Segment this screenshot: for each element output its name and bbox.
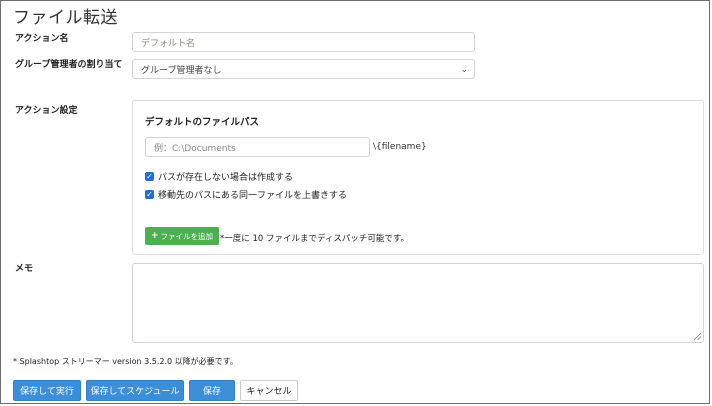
overwrite-checkbox[interactable]: ✓ xyxy=(145,190,154,199)
default-path-input[interactable]: 例：C:\Documents xyxy=(145,137,370,157)
action-name-placeholder: デフォルト名 xyxy=(141,38,196,49)
plus-icon: + xyxy=(151,231,159,241)
create-path-label: パスが存在しない場合は作成する xyxy=(158,173,294,183)
group-admin-label: グループ管理者の割り当て xyxy=(15,60,123,70)
chevron-down-icon: ⌄ xyxy=(460,65,468,75)
memo-label: メモ xyxy=(15,264,34,274)
resize-handle-icon[interactable] xyxy=(694,333,701,340)
create-path-checkbox[interactable]: ✓ xyxy=(145,172,154,181)
overwrite-label: 移動先のパスにある同一ファイルを上書きする xyxy=(158,191,348,201)
action-name-input[interactable]: デフォルト名 xyxy=(132,32,475,52)
add-file-label: ファイルを追加 xyxy=(160,231,214,241)
default-path-heading: デフォルトのファイルパス xyxy=(145,117,260,128)
save-and-schedule-button[interactable]: 保存してスケジュール xyxy=(86,380,184,401)
action-settings-panel: デフォルトのファイルパス 例：C:\Documents \{filename} … xyxy=(132,100,704,255)
default-path-placeholder: 例：C:\Documents xyxy=(154,143,236,154)
memo-textarea[interactable] xyxy=(132,263,704,343)
save-button[interactable]: 保存 xyxy=(189,380,235,401)
action-settings-label: アクション設定 xyxy=(15,106,78,116)
filename-suffix: \{filename} xyxy=(373,142,427,152)
add-file-button[interactable]: + ファイルを追加 xyxy=(145,227,220,245)
version-footnote: * Splashtop ストリーマー version 3.5.2.0 以降が必要… xyxy=(13,357,238,366)
create-path-checkbox-row[interactable]: ✓ パスが存在しない場合は作成する xyxy=(145,170,293,183)
save-and-run-button[interactable]: 保存して実行 xyxy=(13,380,81,401)
group-admin-selected: グループ管理者なし xyxy=(141,65,222,76)
overwrite-checkbox-row[interactable]: ✓ 移動先のパスにある同一ファイルを上書きする xyxy=(145,188,347,201)
group-admin-select[interactable]: グループ管理者なし ⌄ xyxy=(132,59,475,79)
cancel-button[interactable]: キャンセル xyxy=(240,380,298,401)
action-name-label: アクション名 xyxy=(15,34,69,44)
page-title: ファイル転送 xyxy=(13,8,118,28)
add-file-note: *一度に 10 ファイルまでディスパッチ可能です。 xyxy=(220,234,410,244)
